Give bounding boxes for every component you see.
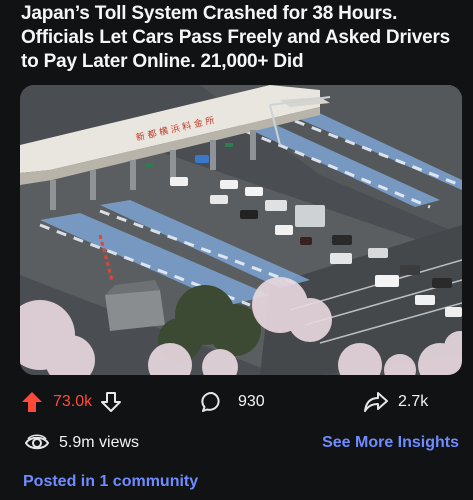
post-image[interactable]: 新 都 横 浜 料 金 所	[20, 85, 462, 375]
post-stats: 5.9m views See More Insights	[0, 428, 473, 458]
post-title[interactable]: Japan’s Toll System Crashed for 38 Hours…	[21, 2, 461, 74]
posted-in-community-link[interactable]: Posted in 1 community	[23, 473, 198, 491]
downvote-arrow-icon[interactable]	[100, 390, 122, 414]
comments-button[interactable]: 930	[200, 385, 265, 419]
toll-plaza-aerial-photo: 新 都 横 浜 料 金 所	[20, 85, 462, 375]
upvote-group: 73.0k	[20, 385, 122, 419]
views-count: 5.9m views	[59, 434, 140, 451]
share-count: 2.7k	[398, 393, 429, 410]
views-group: 5.9m views	[24, 428, 139, 458]
eye-views-icon	[24, 434, 50, 450]
comment-bubble-icon	[201, 392, 220, 412]
upvote-count: 73.0k	[53, 393, 93, 410]
upvote-arrow-icon[interactable]	[20, 390, 44, 414]
share-button[interactable]: 2.7k	[363, 385, 428, 419]
see-more-insights-link[interactable]: See More Insights	[322, 428, 459, 458]
action-bar: 73.0k 930 2.7k	[0, 385, 473, 419]
share-arrow-icon	[364, 392, 388, 412]
comment-count: 930	[238, 393, 265, 410]
